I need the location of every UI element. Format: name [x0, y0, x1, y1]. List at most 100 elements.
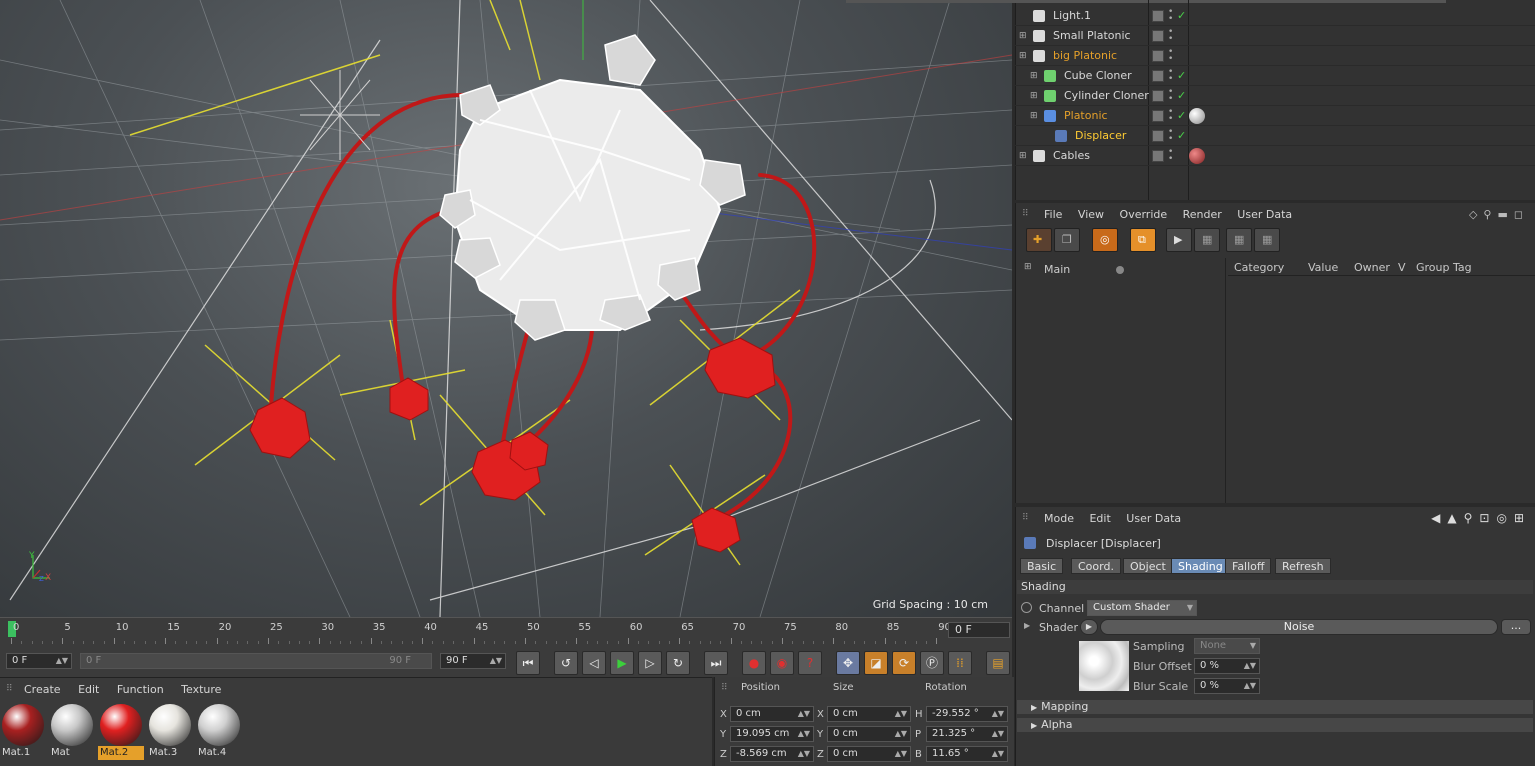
- lock-take-button[interactable]: ▦: [1194, 228, 1220, 252]
- object-name[interactable]: Small Platonic: [1053, 26, 1131, 46]
- attr-nav-controls[interactable]: ◀▲⚲⊡◎⊞: [1431, 511, 1531, 525]
- expand-icon[interactable]: ⊞: [1019, 146, 1027, 166]
- take-menu-override[interactable]: Override: [1120, 208, 1168, 221]
- object-name[interactable]: Cables: [1053, 146, 1090, 166]
- scale-key-button[interactable]: ◪: [864, 651, 888, 675]
- column-category[interactable]: Category: [1234, 261, 1284, 274]
- position-x-field[interactable]: 0 cm ▲▼: [730, 706, 814, 722]
- record-keys-button[interactable]: ●: [742, 651, 766, 675]
- enabled-check-icon[interactable]: ✓: [1177, 86, 1186, 106]
- object-row[interactable]: ⊞ Cables • •: [1015, 146, 1535, 166]
- visibility-dots-icon[interactable]: • •: [1168, 28, 1173, 44]
- blur-offset-field[interactable]: 0 % ▲▼: [1194, 658, 1260, 674]
- expand-arrow-icon[interactable]: ▶: [1024, 621, 1030, 630]
- auto-take-button[interactable]: ◎: [1092, 228, 1118, 252]
- object-row[interactable]: ⊞ Small Platonic • •: [1015, 26, 1535, 46]
- object-manager-scrollbar[interactable]: [846, 0, 1446, 3]
- take-menu-render[interactable]: Render: [1183, 208, 1222, 221]
- material-tag-icon[interactable]: [1189, 148, 1205, 164]
- panel-window-controls[interactable]: ◇⚲▬◻: [1469, 208, 1529, 221]
- shader-noise-button[interactable]: Noise: [1100, 619, 1498, 635]
- next-frame-button[interactable]: ▷: [638, 651, 662, 675]
- tab-falloff[interactable]: Falloff: [1225, 558, 1272, 574]
- take-menu-view[interactable]: View: [1078, 208, 1104, 221]
- parameter-key-button[interactable]: Ⓟ: [920, 651, 944, 675]
- enabled-check-icon[interactable]: ✓: [1177, 6, 1186, 26]
- current-frame-field[interactable]: 0 F: [948, 622, 1010, 638]
- layer-icon[interactable]: [1152, 130, 1164, 142]
- copy-take-button[interactable]: ❐: [1054, 228, 1080, 252]
- layer-icon[interactable]: [1152, 30, 1164, 42]
- visibility-dots-icon[interactable]: • •: [1168, 68, 1173, 84]
- object-name[interactable]: Platonic: [1064, 106, 1108, 126]
- take-menu-user-data[interactable]: User Data: [1237, 208, 1292, 221]
- go-to-end-button[interactable]: ⏭: [704, 651, 728, 675]
- object-row[interactable]: Displacer • • ✓: [1015, 126, 1535, 146]
- size-y-field[interactable]: 0 cm ▲▼: [827, 726, 911, 742]
- object-name[interactable]: Displacer: [1075, 126, 1126, 146]
- override-button[interactable]: ⧉: [1130, 228, 1156, 252]
- material-slot-selected[interactable]: Mat.2: [98, 702, 144, 760]
- channel-dropdown[interactable]: Custom Shader ▼: [1087, 600, 1197, 616]
- rotation-p-field[interactable]: 21.325 ° ▲▼: [926, 726, 1008, 742]
- mapping-section[interactable]: ▶ Mapping: [1017, 700, 1533, 714]
- object-row[interactable]: Light.1 • • ✓: [1015, 6, 1535, 26]
- tab-refresh[interactable]: Refresh: [1275, 558, 1331, 574]
- expand-icon[interactable]: ⊞: [1030, 106, 1038, 126]
- timeline-window-button[interactable]: ▤: [986, 651, 1010, 675]
- visibility-dots-icon[interactable]: • •: [1168, 108, 1173, 124]
- enabled-check-icon[interactable]: ✓: [1177, 126, 1186, 146]
- rotation-key-button[interactable]: ⟳: [892, 651, 916, 675]
- take-menu-file[interactable]: File: [1044, 208, 1062, 221]
- play-button[interactable]: ▶: [610, 651, 634, 675]
- end-frame-field[interactable]: 90 F ▲▼: [440, 653, 506, 669]
- tab-object[interactable]: Object: [1123, 558, 1173, 574]
- material-slot[interactable]: Mat.4: [196, 702, 242, 760]
- visibility-dots-icon[interactable]: • •: [1168, 128, 1173, 144]
- object-name[interactable]: big Platonic: [1053, 46, 1117, 66]
- position-key-button[interactable]: ✥: [836, 651, 860, 675]
- visibility-dots-icon[interactable]: • •: [1168, 48, 1173, 64]
- object-row[interactable]: ⊞ Platonic • • ✓: [1015, 106, 1535, 126]
- expand-icon[interactable]: ⊞: [1030, 86, 1038, 106]
- column-group-tag[interactable]: Group Tag: [1416, 261, 1472, 274]
- attr-menu-mode[interactable]: Mode: [1044, 512, 1074, 525]
- layer-icon[interactable]: [1152, 70, 1164, 82]
- expand-icon[interactable]: ⊞: [1030, 66, 1038, 86]
- start-frame-field[interactable]: 0 F ▲▼: [6, 653, 72, 669]
- visibility-dots-icon[interactable]: • •: [1168, 148, 1173, 164]
- rotation-b-field[interactable]: 11.65 ° ▲▼: [926, 746, 1008, 762]
- enabled-check-icon[interactable]: ✓: [1177, 106, 1186, 126]
- timeline-ruler[interactable]: 0 5 10 15 20 25 30 35 40 45 50 55 60 65 70 75 80 85 90: [0, 617, 1012, 649]
- object-name[interactable]: Cylinder Cloner: [1064, 86, 1149, 106]
- attr-menu-edit[interactable]: Edit: [1089, 512, 1110, 525]
- column-value[interactable]: Value: [1308, 261, 1338, 274]
- position-z-field[interactable]: -8.569 cm ▲▼: [730, 746, 814, 762]
- object-name[interactable]: Light.1: [1053, 6, 1091, 26]
- material-slot[interactable]: Mat: [49, 702, 95, 760]
- material-slot[interactable]: Mat.3: [147, 702, 193, 760]
- take-settings-button[interactable]: ▦: [1254, 228, 1280, 252]
- size-z-field[interactable]: 0 cm ▲▼: [827, 746, 911, 762]
- channel-animate-radio[interactable]: [1021, 602, 1032, 613]
- position-y-field[interactable]: 19.095 cm ▲▼: [730, 726, 814, 742]
- size-x-field[interactable]: 0 cm ▲▼: [827, 706, 911, 722]
- layer-icon[interactable]: [1152, 150, 1164, 162]
- autokey-button[interactable]: ◉: [770, 651, 794, 675]
- expand-icon[interactable]: ⊞: [1019, 46, 1027, 66]
- point-level-button[interactable]: ⁞⁞: [948, 651, 972, 675]
- tab-coord[interactable]: Coord.: [1071, 558, 1121, 574]
- layer-icon[interactable]: [1152, 10, 1164, 22]
- 3d-viewport[interactable]: Y X Z Grid Spacing : 10 cm: [0, 0, 1012, 617]
- column-v[interactable]: V: [1398, 261, 1406, 274]
- object-row[interactable]: ⊞ Cylinder Cloner • • ✓: [1015, 86, 1535, 106]
- blur-scale-field[interactable]: 0 % ▲▼: [1194, 678, 1260, 694]
- shader-more-button[interactable]: ...: [1501, 619, 1531, 635]
- next-key-button[interactable]: ↻: [666, 651, 690, 675]
- frame-range-slider[interactable]: 0 F 90 F: [80, 653, 432, 669]
- layer-icon[interactable]: [1152, 110, 1164, 122]
- active-take-radio[interactable]: [1116, 266, 1124, 274]
- override-group-button[interactable]: ▦: [1226, 228, 1252, 252]
- layer-icon[interactable]: [1152, 90, 1164, 102]
- previous-key-button[interactable]: ↺: [554, 651, 578, 675]
